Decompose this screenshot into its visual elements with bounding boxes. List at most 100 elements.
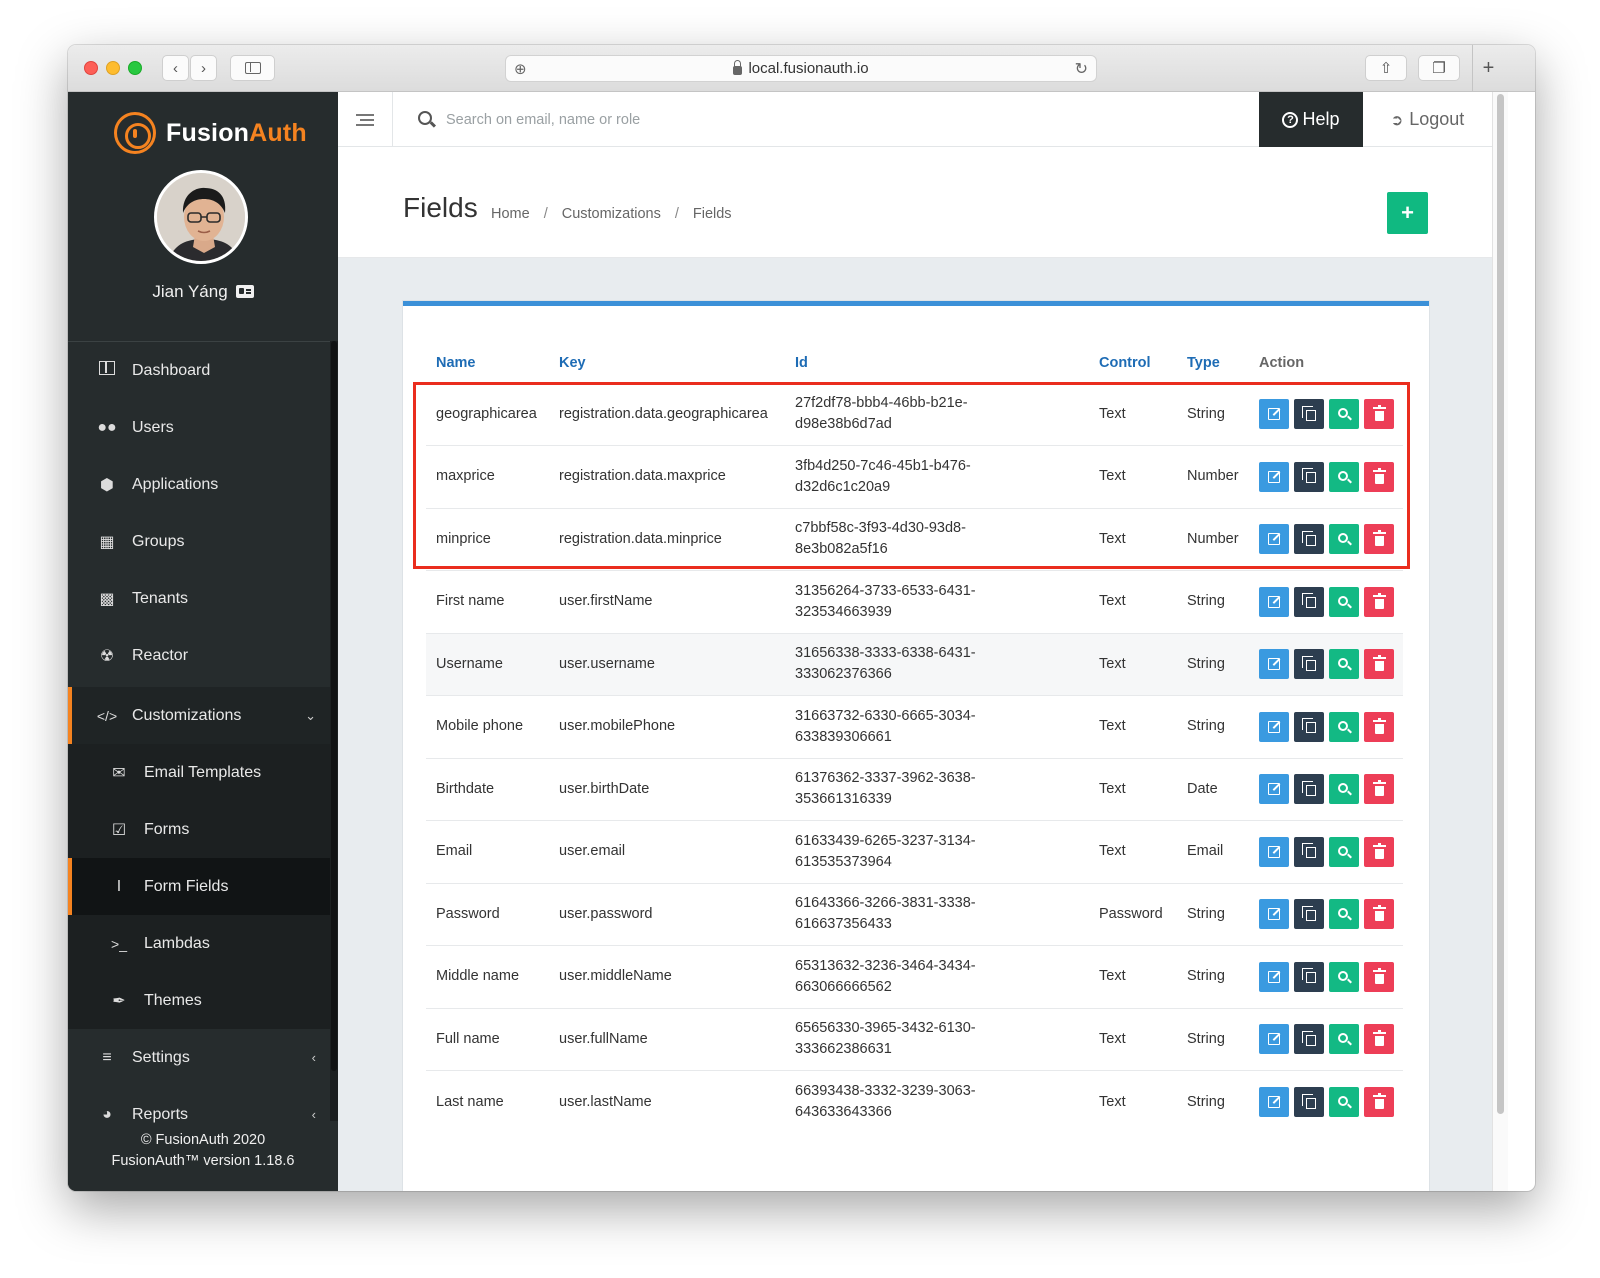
column-header-control[interactable]: Control (1089, 343, 1177, 383)
delete-button[interactable] (1364, 649, 1394, 680)
search-input[interactable] (446, 106, 1206, 134)
edit-button[interactable] (1259, 836, 1289, 867)
address-bar[interactable]: ⊕ local.fusionauth.io ↻ (505, 55, 1097, 82)
edit-button[interactable] (1259, 774, 1289, 805)
edit-button[interactable] (1259, 1087, 1289, 1117)
delete-button[interactable] (1364, 836, 1394, 867)
edit-icon (1268, 533, 1280, 546)
duplicate-button[interactable] (1294, 899, 1324, 930)
delete-button[interactable] (1364, 961, 1394, 992)
duplicate-button[interactable] (1294, 961, 1324, 992)
view-button[interactable] (1329, 899, 1359, 930)
view-button[interactable] (1329, 711, 1359, 742)
view-button[interactable] (1329, 1087, 1359, 1117)
edit-button[interactable] (1259, 586, 1289, 617)
sidebar-item-form-fields[interactable]: I Form Fields (68, 858, 330, 915)
duplicate-button[interactable] (1294, 461, 1324, 492)
edit-button[interactable] (1259, 649, 1289, 680)
page-scrollbar-thumb[interactable] (1497, 94, 1504, 1114)
edit-button[interactable] (1259, 1024, 1289, 1055)
trash-icon (1372, 467, 1386, 484)
sidebar-item-lambdas[interactable]: >_ Lambdas (68, 915, 330, 972)
duplicate-button[interactable] (1294, 399, 1324, 430)
delete-button[interactable] (1364, 1024, 1394, 1055)
new-tab-button[interactable]: + (1472, 45, 1504, 92)
sidebar-item-themes[interactable]: ✒ Themes (68, 972, 330, 1029)
sidebar-item-customizations[interactable]: </> Customizations ⌄ (68, 687, 330, 744)
back-button[interactable]: ‹ (162, 55, 189, 81)
duplicate-button[interactable] (1294, 836, 1324, 867)
view-button[interactable] (1329, 586, 1359, 617)
sidebar-item-reactor[interactable]: ☢ Reactor (68, 627, 330, 684)
id-card-icon[interactable] (235, 285, 254, 298)
field-control: Text (1089, 695, 1177, 758)
sidebar-item-users[interactable]: ●● Users (68, 399, 330, 456)
duplicate-button[interactable] (1294, 711, 1324, 742)
logout-button[interactable]: ➲ Logout (1363, 92, 1492, 147)
reload-icon[interactable]: ↻ (1075, 59, 1088, 79)
sidebar-item-settings[interactable]: ≡ Settings ‹ (68, 1029, 330, 1086)
edit-button[interactable] (1259, 461, 1289, 492)
delete-button[interactable] (1364, 1087, 1394, 1117)
duplicate-button[interactable] (1294, 1024, 1324, 1055)
delete-button[interactable] (1364, 586, 1394, 617)
edit-button[interactable] (1259, 961, 1289, 992)
sidebar-item-groups[interactable]: ▦ Groups (68, 513, 330, 570)
sidebar-item-applications[interactable]: ⬢ Applications (68, 456, 330, 513)
sidebar-scrollbar-thumb[interactable] (331, 341, 337, 1071)
sidebar-item-forms[interactable]: ☑ Forms (68, 801, 330, 858)
edit-button[interactable] (1259, 711, 1289, 742)
breadcrumb-home[interactable]: Home (491, 206, 530, 222)
view-button[interactable] (1329, 774, 1359, 805)
trash-icon (1372, 405, 1386, 422)
edit-button[interactable] (1259, 899, 1289, 930)
tabs-overview-button[interactable]: ❐ (1418, 55, 1460, 81)
column-header-key[interactable]: Key (549, 343, 785, 383)
edit-button[interactable] (1259, 524, 1289, 555)
column-header-id[interactable]: Id (785, 343, 1089, 383)
menu-toggle-button[interactable] (338, 92, 393, 147)
duplicate-button[interactable] (1294, 649, 1324, 680)
delete-button[interactable] (1364, 774, 1394, 805)
sidebar-item-email-templates[interactable]: ✉ Email Templates (68, 744, 330, 801)
delete-button[interactable] (1364, 711, 1394, 742)
add-field-button[interactable]: + (1387, 192, 1428, 234)
delete-button[interactable] (1364, 399, 1394, 430)
users-icon: ●● (97, 418, 117, 436)
maximize-window-button[interactable] (128, 61, 142, 75)
sidebar-toggle-button[interactable] (230, 55, 275, 81)
close-window-button[interactable] (84, 61, 98, 75)
dashboard-icon (96, 361, 118, 380)
delete-button[interactable] (1364, 524, 1394, 555)
view-button[interactable] (1329, 649, 1359, 680)
column-header-type[interactable]: Type (1177, 343, 1249, 383)
view-button[interactable] (1329, 524, 1359, 555)
duplicate-button[interactable] (1294, 1087, 1324, 1117)
view-button[interactable] (1329, 399, 1359, 430)
avatar[interactable] (154, 170, 248, 264)
duplicate-button[interactable] (1294, 586, 1324, 617)
duplicate-button[interactable] (1294, 774, 1324, 805)
view-button[interactable] (1329, 461, 1359, 492)
breadcrumb: Home / Customizations / Fields (491, 206, 732, 222)
minimize-window-button[interactable] (106, 61, 120, 75)
edit-button[interactable] (1259, 399, 1289, 430)
view-button[interactable] (1329, 1024, 1359, 1055)
add-bookmark-icon[interactable]: ⊕ (514, 60, 527, 78)
help-button[interactable]: ? Help (1259, 92, 1363, 147)
breadcrumb-customizations[interactable]: Customizations (562, 206, 661, 222)
sidebar-item-tenants[interactable]: ▩ Tenants (68, 570, 330, 627)
view-button[interactable] (1329, 836, 1359, 867)
page-scrollbar[interactable] (1492, 92, 1508, 1191)
duplicate-button[interactable] (1294, 524, 1324, 555)
share-button[interactable]: ⇧ (1365, 55, 1407, 81)
delete-button[interactable] (1364, 461, 1394, 492)
delete-button[interactable] (1364, 899, 1394, 930)
view-button[interactable] (1329, 961, 1359, 992)
forward-button[interactable]: › (190, 55, 217, 81)
brand-logo[interactable]: FusionAuth (114, 112, 307, 154)
search-icon (1338, 970, 1348, 981)
column-header-name[interactable]: Name (426, 343, 549, 383)
sidebar-scrollbar[interactable] (330, 341, 338, 1121)
sidebar-item-dashboard[interactable]: Dashboard (68, 342, 330, 399)
